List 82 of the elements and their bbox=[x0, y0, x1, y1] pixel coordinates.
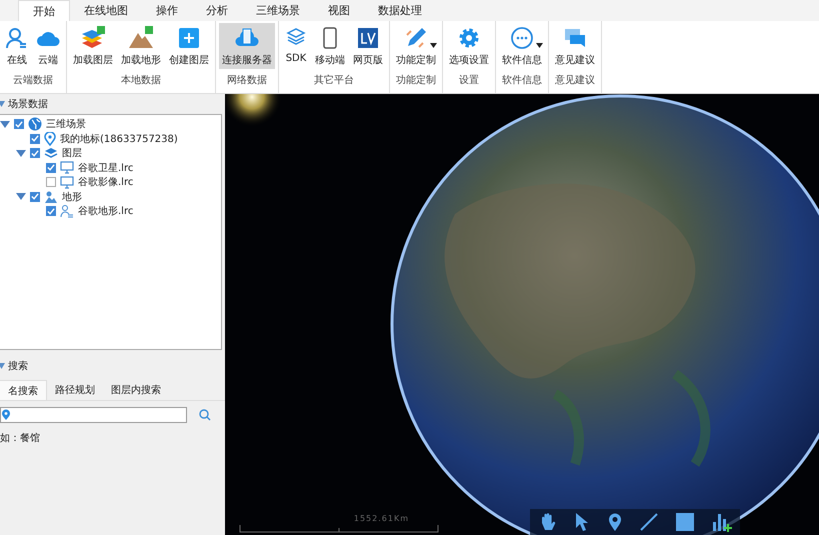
checkbox[interactable] bbox=[30, 192, 40, 202]
search-tab[interactable]: 路径规划 bbox=[47, 380, 103, 400]
person-icon bbox=[60, 204, 74, 218]
checkbox[interactable] bbox=[30, 134, 40, 144]
search-tab[interactable]: 名搜索 bbox=[0, 380, 47, 400]
monitor-icon bbox=[60, 161, 74, 174]
checkbox[interactable] bbox=[46, 177, 56, 188]
tree-item-label[interactable]: 我的地标(18633757238) bbox=[60, 132, 178, 146]
group-label: 功能定制 bbox=[395, 74, 437, 88]
pin-icon bbox=[1, 409, 11, 421]
ribbon-tab[interactable]: 开始 bbox=[18, 0, 70, 21]
search-hint: 如：餐馆 bbox=[0, 432, 41, 445]
tree-item-label[interactable]: 地形 bbox=[62, 190, 82, 204]
ribbon-button[interactable]: 功能定制 bbox=[393, 23, 439, 69]
ribbon-button[interactable]: 移动端 bbox=[312, 23, 348, 69]
ribbon-button[interactable]: SDK bbox=[282, 23, 310, 69]
collapse-arrow-icon[interactable] bbox=[0, 363, 5, 369]
checkbox[interactable] bbox=[30, 148, 40, 158]
ribbon-button[interactable]: 在线 bbox=[3, 23, 31, 69]
pointer-icon[interactable] bbox=[574, 512, 590, 532]
group-label: 其它平台 bbox=[313, 74, 355, 88]
collapse-arrow-icon[interactable] bbox=[0, 120, 10, 128]
ribbon-tab[interactable]: 数据处理 bbox=[364, 0, 436, 21]
ribbon-button[interactable]: 加载图层 bbox=[70, 23, 116, 69]
search-icon[interactable] bbox=[199, 409, 211, 421]
layers-icon bbox=[80, 26, 106, 50]
tree-item-label[interactable]: 谷歌影像.lrc bbox=[78, 175, 134, 190]
tree-item-label[interactable]: 谷歌地形.lrc bbox=[78, 204, 134, 218]
map-view[interactable]: 1552.61Km bbox=[225, 94, 819, 535]
pin-icon bbox=[44, 132, 56, 146]
monitor-icon bbox=[60, 176, 74, 189]
ribbon-button[interactable]: 云端 bbox=[33, 23, 63, 69]
scale-label: 1552.61Km bbox=[354, 514, 409, 523]
mountain-icon bbox=[128, 26, 154, 50]
dropdown-caret-icon bbox=[430, 43, 437, 48]
more-icon bbox=[510, 26, 534, 50]
ribbon-button[interactable]: 网页版 bbox=[350, 23, 386, 69]
group-label: 意见建议 bbox=[554, 74, 596, 88]
tree-item-label[interactable]: 三维场景 bbox=[46, 117, 86, 132]
ribbon-button[interactable]: 连接服务器 bbox=[219, 23, 275, 69]
rectangle-icon[interactable] bbox=[675, 512, 696, 532]
layers-icon bbox=[44, 147, 58, 160]
ribbon-button[interactable]: 选项设置 bbox=[446, 23, 492, 69]
ribbon-tab[interactable]: 分析 bbox=[192, 0, 242, 21]
ribbon-button[interactable]: 意见建议 bbox=[552, 23, 598, 69]
search-field[interactable] bbox=[0, 407, 187, 423]
terrain-icon bbox=[44, 190, 58, 204]
dropdown-caret-icon bbox=[536, 43, 543, 48]
user-icon bbox=[6, 27, 28, 49]
group-label: 云端数据 bbox=[12, 74, 54, 88]
panel-title: 搜索 bbox=[8, 360, 28, 373]
ribbon-button[interactable]: 创建图层 bbox=[166, 23, 212, 69]
line-icon[interactable] bbox=[639, 512, 660, 532]
add-icon bbox=[178, 27, 200, 49]
collapse-arrow-icon[interactable] bbox=[0, 101, 5, 107]
pin-icon[interactable] bbox=[606, 512, 623, 532]
checkbox[interactable] bbox=[14, 119, 24, 130]
group-label: 网络数据 bbox=[226, 74, 268, 88]
tree-item-label[interactable]: 图层 bbox=[62, 146, 82, 160]
chat-icon bbox=[564, 27, 586, 49]
ribbon-button[interactable]: 加载地形 bbox=[118, 23, 164, 69]
web-icon bbox=[357, 27, 379, 49]
bar-chart-add-icon[interactable] bbox=[712, 512, 732, 532]
group-label: 设置 bbox=[458, 74, 480, 88]
settings-icon bbox=[458, 27, 480, 49]
ribbon-tab[interactable]: 在线地图 bbox=[70, 0, 142, 21]
ribbon-tab[interactable]: 视图 bbox=[314, 0, 364, 21]
panel-title: 场景数据 bbox=[8, 98, 48, 111]
pencil-icon bbox=[404, 26, 428, 50]
collapse-arrow-icon[interactable] bbox=[16, 193, 26, 200]
ribbon-tab[interactable]: 操作 bbox=[142, 0, 192, 21]
collapse-arrow-icon[interactable] bbox=[16, 150, 26, 157]
tree-item-label[interactable]: 谷歌卫星.lrc bbox=[78, 160, 134, 175]
ribbon-tab[interactable]: 三维场景 bbox=[242, 0, 314, 21]
group-label: 软件信息 bbox=[501, 74, 543, 88]
checkbox[interactable] bbox=[46, 206, 56, 216]
ribbon-button[interactable]: 软件信息 bbox=[499, 23, 545, 69]
globe-icon bbox=[28, 117, 42, 132]
checkbox[interactable] bbox=[46, 162, 56, 173]
group-label: 本地数据 bbox=[120, 74, 162, 88]
search-tab[interactable]: 图层内搜索 bbox=[103, 380, 169, 400]
phone-icon bbox=[323, 27, 337, 49]
